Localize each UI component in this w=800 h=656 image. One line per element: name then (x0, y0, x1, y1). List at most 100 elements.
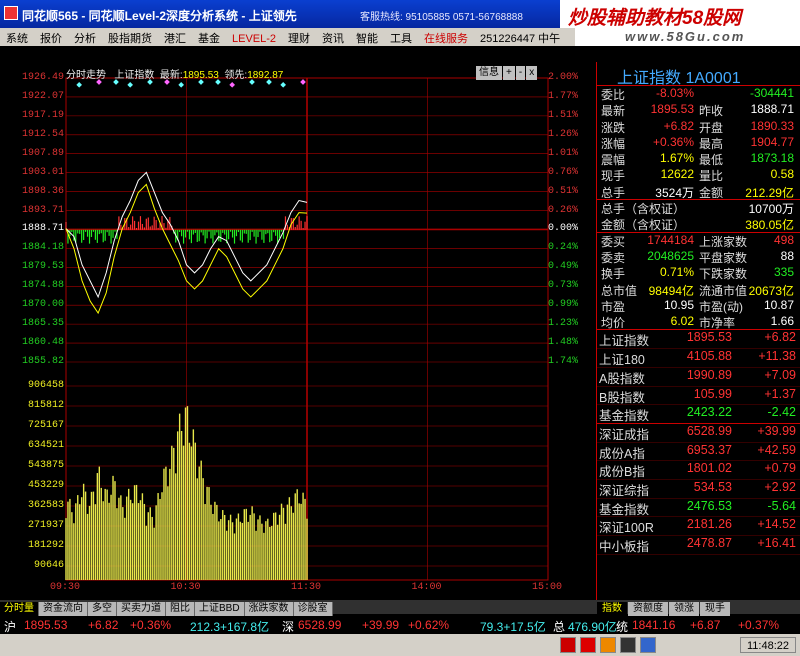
menu-item-1[interactable]: 报价 (34, 28, 68, 46)
menu-item-8[interactable]: 资讯 (316, 28, 350, 46)
indicator-tab-4[interactable]: 阻比 (166, 602, 195, 616)
title-bar: 同花顺565 - 同花顺Level-2深度分析系统 - 上证领先 客服热线: 9… (0, 0, 800, 28)
tray-icon-3[interactable] (600, 637, 616, 653)
menu-item-3[interactable]: 股指期货 (102, 28, 158, 46)
index-price: 1990.89 (686, 367, 732, 382)
tray-icon-2[interactable] (580, 637, 596, 653)
quote-value: 3524万 (655, 185, 694, 200)
menu-item-2[interactable]: 分析 (68, 28, 102, 46)
quote-row: 震幅 1.67% 最低 1873.18 (597, 151, 800, 167)
quote-value: 212.29亿 (745, 185, 794, 200)
ad-url[interactable]: www.58Gu.com (575, 28, 800, 46)
volume-tick-label: 906458 (27, 380, 64, 391)
intraday-chart[interactable] (0, 62, 596, 598)
quote-row: 总手 3524万 金额 212.29亿 (597, 184, 800, 201)
chart-header: 分时走势 上证指数 最新:1895.53 领先:1892.87 (66, 66, 283, 81)
price-tick-label: 1888.71 (21, 223, 64, 235)
price-tick-label: 1879.53 (21, 261, 64, 273)
menu-item-12[interactable]: 251226447 中午 (474, 28, 566, 46)
indicator-tab-3[interactable]: 买卖力道 (117, 602, 166, 616)
signal-marker (178, 82, 184, 88)
index-row[interactable]: 深证成指 6528.99 +39.99 (597, 424, 800, 443)
index-price: 4105.88 (686, 349, 732, 364)
window-title: 同花顺565 - 同花顺Level-2深度分析系统 - 上证领先 (22, 9, 297, 23)
index-list: 上证指数 1895.53 +6.82 上证180 4105.88 +11.38 A股指数 19… (597, 330, 800, 555)
chart-canvas[interactable] (0, 62, 596, 598)
index-change: +1.37 (764, 386, 796, 401)
quote-title: 上证指数 1A0001 (597, 62, 800, 87)
index-row[interactable]: 基金指数 2423.22 -2.42 (597, 405, 800, 424)
percent-tick-label: 1.26% (548, 128, 579, 140)
index-change: +16.41 (757, 536, 796, 551)
latest-value: 1895.53 (182, 70, 219, 81)
sz-percent: +0.62% (408, 618, 450, 632)
index-name: 上证指数 (599, 334, 650, 349)
index-row[interactable]: 成份A指 6953.37 +42.59 (597, 443, 800, 462)
menu-item-7[interactable]: 理财 (282, 28, 316, 46)
panel-tab-0[interactable]: 指数 (597, 602, 627, 616)
quote-label: 最低 (699, 153, 724, 168)
tray-icon-5[interactable] (640, 637, 656, 653)
panel-tab-2[interactable]: 领涨 (669, 602, 699, 616)
quote-value: 10700万 (748, 202, 794, 217)
menu-item-10[interactable]: 工具 (384, 28, 418, 46)
panel-tab-3[interactable]: 现手 (700, 602, 730, 616)
indicator-tab-6[interactable]: 涨跌家数 (244, 602, 294, 616)
index-row[interactable]: 深证100R 2181.26 +14.52 (597, 517, 800, 537)
quote-label: 市净率 (699, 316, 736, 331)
menu-item-9[interactable]: 智能 (350, 28, 384, 46)
menu-item-5[interactable]: 基金 (192, 28, 226, 46)
quote-label: 最高 (699, 136, 724, 151)
menu-item-6[interactable]: LEVEL-2 (226, 31, 282, 45)
menu-item-11[interactable]: 在线服务 (418, 28, 474, 46)
index-row[interactable]: 上证指数 1895.53 +6.82 (597, 330, 800, 350)
quote-label: 金额（含权证） (601, 218, 686, 233)
chart-button-0[interactable]: 信息 (476, 66, 502, 80)
index-change: +2.92 (764, 479, 796, 494)
quote-row: 最新 1895.53 昨收 1888.71 (597, 102, 800, 118)
tray-icon-4[interactable] (620, 637, 636, 653)
latest-label: 最新: (159, 70, 183, 81)
quote-label: 市盈 (601, 299, 626, 314)
indicator-tab-2[interactable]: 多空 (88, 602, 117, 616)
percent-tick-label: 0.24% (548, 242, 579, 254)
index-row[interactable]: A股指数 1990.89 +7.09 (597, 368, 800, 387)
indicator-tab-0[interactable]: 分时量 (0, 602, 39, 616)
index-row[interactable]: 中小板指 2478.87 +16.41 (597, 536, 800, 555)
indicator-tab-1[interactable]: 资金流向 (39, 602, 88, 616)
quote-label: 总市值 (601, 283, 638, 298)
index-name: 中小板指 (599, 540, 650, 555)
chart-button-1[interactable]: + (503, 66, 515, 80)
quote-value: 1.66 (770, 314, 794, 329)
tray-icon-1[interactable] (560, 637, 576, 653)
index-name: 上证180 (599, 353, 645, 368)
quote-value: 335 (773, 265, 794, 280)
percent-tick-label: 1.48% (548, 337, 579, 349)
menu-item-0[interactable]: 系统 (0, 28, 34, 46)
index-row[interactable]: 基金指数 2476.53 -5.64 (597, 499, 800, 518)
volume-tick-label: 815812 (27, 400, 64, 411)
ad-banner[interactable]: 炒股辅助教材58股网 (560, 0, 800, 28)
index-row[interactable]: 成份B指 1801.02 +0.79 (597, 461, 800, 480)
quote-label: 流通市值 (699, 283, 748, 298)
indicator-tab-5[interactable]: 上证BBD (195, 602, 245, 616)
quote-label: 金额 (699, 185, 724, 200)
panel-tab-1[interactable]: 资额度 (628, 602, 668, 616)
price-tick-label: 1860.48 (21, 337, 64, 349)
indicator-tab-7[interactable]: 诊股室 (293, 602, 333, 616)
quote-label: 委卖 (601, 250, 626, 265)
menu-item-4[interactable]: 港汇 (158, 28, 192, 46)
quote-label: 开盘 (699, 120, 724, 135)
sh-price: 1895.53 (24, 618, 68, 632)
chart-button-3[interactable]: x (526, 66, 538, 80)
chart-button-2[interactable]: - (515, 66, 526, 80)
index-row[interactable]: 上证180 4105.88 +11.38 (597, 349, 800, 368)
quote-value: 10.95 (663, 297, 694, 312)
index-row[interactable]: B股指数 105.99 +1.37 (597, 387, 800, 406)
price-tick-label: 1917.19 (21, 109, 64, 121)
price-tick-label: 1903.01 (21, 166, 64, 178)
quote-panel: 上证指数 1A0001 委比 -8.03% -304441 最新 1895.53 昨收 18… (596, 62, 800, 600)
index-name: 成份A指 (599, 446, 645, 461)
quote-value: +0.36% (652, 134, 694, 149)
index-row[interactable]: 深证综指 534.53 +2.92 (597, 480, 800, 499)
